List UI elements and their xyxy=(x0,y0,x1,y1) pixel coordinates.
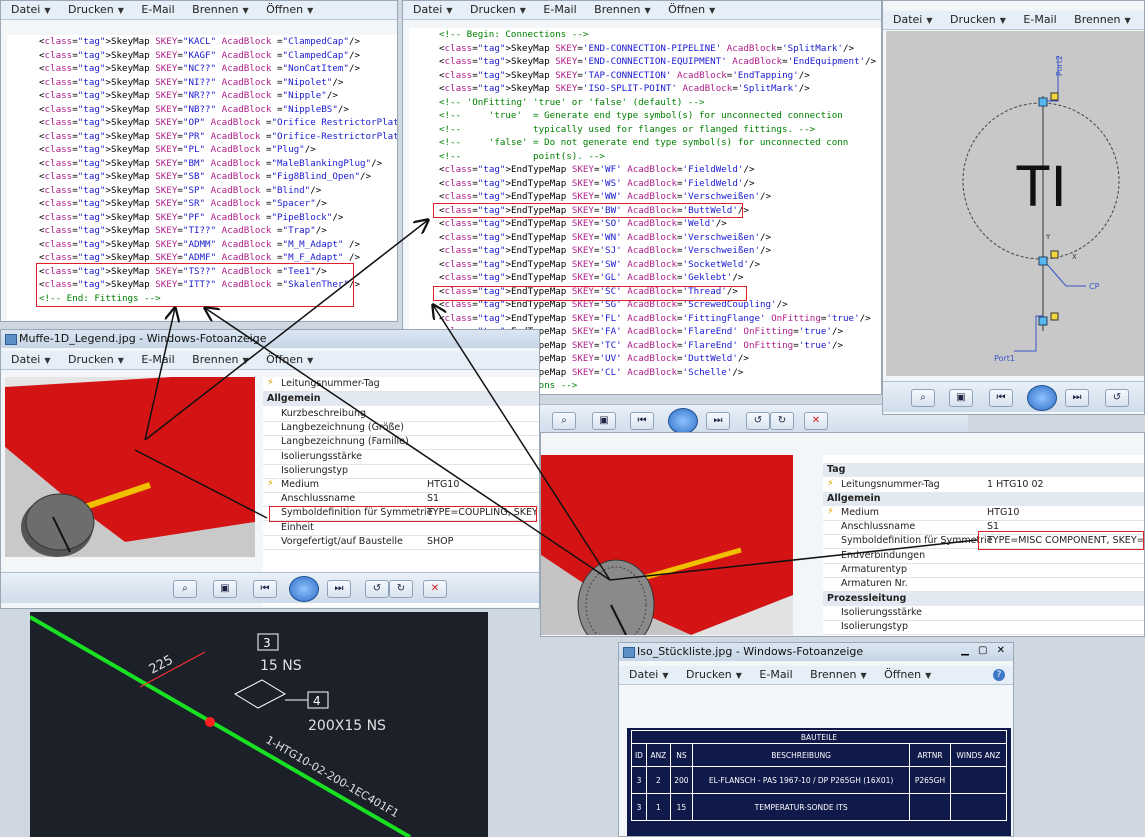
annotation-arrows xyxy=(134,0,978,581)
